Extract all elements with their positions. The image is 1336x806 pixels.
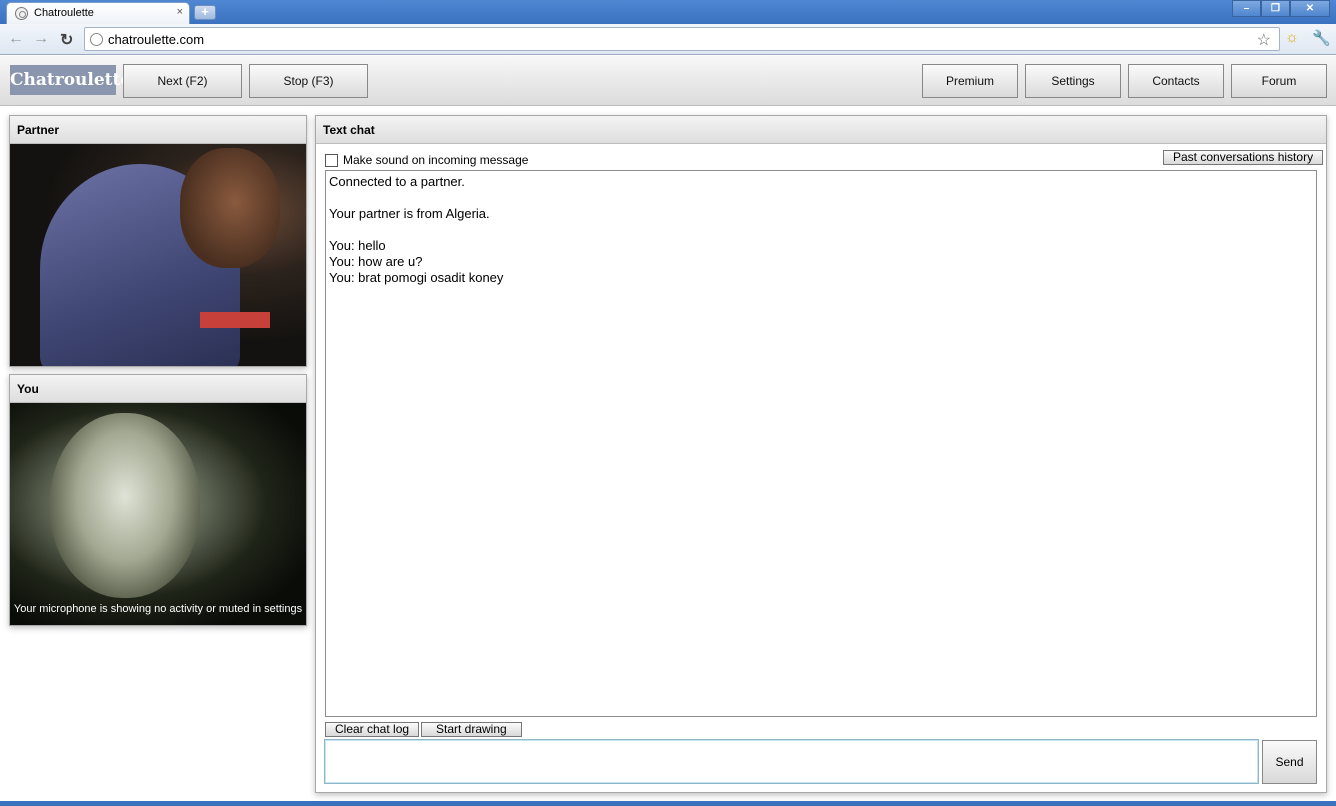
next-button[interactable]: Next (F2): [123, 64, 242, 98]
chat-line: You: hello: [329, 238, 386, 253]
window-controls: – ❐ ✕: [1232, 0, 1330, 17]
extension-sun-icon[interactable]: ☼: [1285, 29, 1299, 46]
close-window-button[interactable]: ✕: [1290, 0, 1330, 17]
wrench-icon[interactable]: 🔧: [1312, 29, 1331, 47]
chat-line: You: how are u?: [329, 254, 423, 269]
you-panel: You Your microphone is showing no activi…: [9, 374, 307, 626]
past-conversations-button[interactable]: Past conversations history: [1163, 150, 1324, 165]
contacts-button[interactable]: Contacts: [1128, 64, 1224, 98]
chat-log[interactable]: Connected to a partner. Your partner is …: [325, 170, 1317, 717]
minimize-button[interactable]: –: [1232, 0, 1261, 17]
chat-line: You: brat pomogi osadit koney: [329, 270, 504, 285]
site-logo[interactable]: Chatroulette: [10, 65, 131, 95]
sound-checkbox[interactable]: [325, 153, 338, 167]
browser-tab[interactable]: Chatroulette ×: [6, 2, 190, 24]
taskbar-edge: [0, 801, 1336, 806]
globe-icon: [90, 33, 103, 46]
you-panel-title: You: [10, 375, 306, 403]
send-button[interactable]: Send: [1262, 740, 1317, 784]
tab-title: Chatroulette: [34, 7, 94, 19]
back-arrow-icon[interactable]: ←: [8, 30, 24, 48]
tab-close-icon[interactable]: ×: [177, 6, 183, 18]
partner-panel-title: Partner: [10, 116, 306, 144]
self-video: Your microphone is showing no activity o…: [10, 403, 306, 625]
partner-panel: Partner: [9, 115, 307, 367]
sound-option[interactable]: Make sound on incoming message: [325, 153, 528, 167]
start-drawing-button[interactable]: Start drawing: [421, 722, 522, 737]
forward-arrow-icon[interactable]: →: [33, 30, 49, 48]
chat-line: [329, 190, 1313, 206]
chat-line: Your partner is from Algeria.: [329, 206, 490, 221]
chat-line: Connected to a partner.: [329, 174, 465, 189]
microphone-status: Your microphone is showing no activity o…: [13, 603, 303, 615]
browser-titlebar: Chatroulette × + – ❐ ✕: [0, 0, 1336, 24]
premium-button[interactable]: Premium: [922, 64, 1018, 98]
reload-icon[interactable]: ↻: [60, 30, 73, 50]
forum-button[interactable]: Forum: [1231, 64, 1327, 98]
clear-chat-log-button[interactable]: Clear chat log: [325, 722, 420, 737]
globe-icon: [15, 7, 28, 20]
message-input[interactable]: [324, 739, 1259, 784]
text-chat-title: Text chat: [316, 116, 1326, 144]
browser-toolbar: ← → ↻ chatroulette.com ☆: [0, 24, 1336, 55]
text-chat-panel: Text chat Make sound on incoming message…: [315, 115, 1327, 793]
address-bar[interactable]: chatroulette.com ☆: [84, 27, 1280, 51]
bookmark-star-icon[interactable]: ☆: [1257, 30, 1271, 50]
site-header: Chatroulette Next (F2) Stop (F3) Premium…: [0, 56, 1336, 106]
new-tab-button[interactable]: +: [194, 5, 216, 20]
partner-video: [10, 144, 306, 366]
chat-line: [329, 222, 1313, 238]
stop-button[interactable]: Stop (F3): [249, 64, 368, 98]
sound-option-label: Make sound on incoming message: [343, 153, 529, 167]
restore-button[interactable]: ❐: [1261, 0, 1290, 17]
settings-button[interactable]: Settings: [1025, 64, 1121, 98]
url-text: chatroulette.com: [108, 32, 205, 47]
